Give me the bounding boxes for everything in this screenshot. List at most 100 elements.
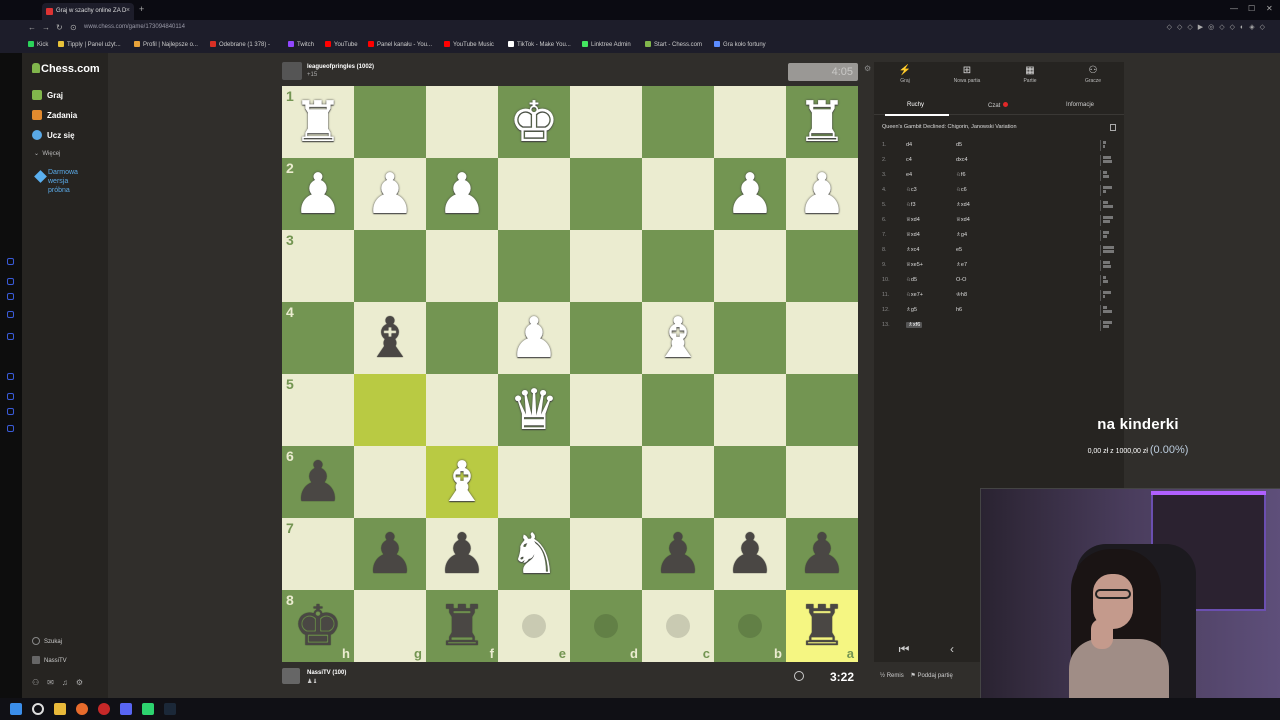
white-move[interactable]: d4 — [906, 142, 912, 148]
move-hint-dot[interactable] — [594, 614, 618, 638]
white-piece[interactable]: ♟ — [714, 158, 786, 230]
black-move[interactable]: e5 — [956, 247, 962, 253]
board-square[interactable] — [354, 230, 426, 302]
white-move[interactable]: ♕xe5+ — [906, 262, 923, 268]
board-square[interactable]: 2 ♟ — [282, 158, 354, 230]
maximize-icon[interactable]: ☐ — [1248, 4, 1255, 13]
white-move[interactable]: ♕xd4 — [906, 232, 920, 238]
white-piece[interactable]: ♟ — [282, 158, 354, 230]
board-square[interactable] — [498, 230, 570, 302]
app-icon[interactable] — [142, 703, 154, 715]
white-piece[interactable]: ♚ — [498, 86, 570, 158]
board-square[interactable] — [642, 86, 714, 158]
white-piece[interactable]: ♟ — [354, 158, 426, 230]
side-panel-icon[interactable] — [7, 373, 14, 380]
bookmark-item[interactable]: Twitch — [288, 41, 314, 48]
friends-icon[interactable]: ⚇ — [32, 678, 47, 687]
reload-icon[interactable]: ↻ — [56, 23, 63, 32]
board-square[interactable]: f ♜ — [426, 590, 498, 662]
side-panel-icon[interactable] — [7, 311, 14, 318]
black-move[interactable]: O-O — [956, 277, 966, 283]
board-square[interactable] — [786, 446, 858, 518]
extension-icons[interactable]: ◇◇◇▶◎◇◇◐◈◇ — [1167, 23, 1270, 31]
tab-play[interactable]: ⚡ Graj — [874, 65, 936, 84]
sidebar-item-puzzles[interactable]: Zadania — [32, 110, 77, 120]
board-square[interactable] — [570, 374, 642, 446]
black-move[interactable]: ♘c6 — [956, 187, 967, 193]
black-piece[interactable]: ♚ — [282, 590, 354, 662]
black-piece[interactable]: ♜ — [426, 590, 498, 662]
white-piece[interactable]: ♜ — [282, 86, 354, 158]
board-square[interactable] — [786, 302, 858, 374]
chess-logo[interactable]: Chess.com — [32, 63, 100, 75]
board-square[interactable] — [714, 230, 786, 302]
white-move[interactable]: ♕xd4 — [906, 217, 920, 223]
bookmark-item[interactable]: Odebrane (1 378) - — [210, 41, 270, 48]
board-square[interactable]: d — [570, 590, 642, 662]
top-player-name[interactable]: leagueofpringles (1002) — [307, 64, 374, 70]
white-move[interactable]: ♘d5 — [906, 277, 917, 283]
board-square[interactable]: 1 ♜ — [282, 86, 354, 158]
black-piece[interactable]: ♜ — [786, 590, 858, 662]
url-field[interactable]: www.chess.com/game/173094840114 — [84, 24, 185, 30]
back-icon[interactable]: ← — [28, 23, 36, 32]
subtab-chat[interactable]: Czat — [988, 102, 1009, 109]
discord-icon[interactable] — [120, 703, 132, 715]
board-square[interactable]: ♟ — [714, 158, 786, 230]
board-square[interactable]: c — [642, 590, 714, 662]
board-square[interactable] — [354, 374, 426, 446]
board-square[interactable] — [642, 158, 714, 230]
board-square[interactable]: ♟ — [354, 158, 426, 230]
board-square[interactable]: 5 — [282, 374, 354, 446]
new-tab-button[interactable]: + — [139, 4, 144, 14]
black-move[interactable]: ♗xd4 — [956, 202, 970, 208]
board-square[interactable] — [570, 446, 642, 518]
black-move[interactable]: ♔h8 — [956, 292, 967, 298]
black-piece[interactable]: ♟ — [354, 518, 426, 590]
white-piece[interactable]: ♝ — [642, 302, 714, 374]
board-square[interactable]: ♝ — [642, 302, 714, 374]
side-panel-icon[interactable] — [7, 408, 14, 415]
sidebar-item-learn[interactable]: Ucz się — [32, 130, 75, 140]
board-square[interactable]: ♝ — [426, 446, 498, 518]
tab-games[interactable]: ▦ Partie — [999, 65, 1061, 84]
board-square[interactable]: ♟ — [786, 158, 858, 230]
board-square[interactable] — [570, 518, 642, 590]
board-square[interactable]: ♜ — [786, 86, 858, 158]
board-square[interactable] — [714, 302, 786, 374]
white-move[interactable]: e4 — [906, 172, 912, 178]
previous-move-button[interactable]: ‹ — [932, 642, 972, 658]
board-square[interactable]: 6 ♟ — [282, 446, 354, 518]
black-move[interactable]: dxc4 — [956, 157, 968, 163]
board-square[interactable] — [426, 302, 498, 374]
board-square[interactable]: b — [714, 590, 786, 662]
side-panel-icon[interactable] — [7, 293, 14, 300]
board-square[interactable]: ♟ — [498, 302, 570, 374]
board-square[interactable]: ♟ — [354, 518, 426, 590]
minimize-icon[interactable]: — — [1230, 4, 1238, 13]
board-square[interactable]: ♛ — [498, 374, 570, 446]
opening-name[interactable]: Queen's Gambit Declined: Chigorin, Janow… — [882, 124, 1017, 130]
file-explorer-icon[interactable] — [54, 703, 66, 715]
board-square[interactable] — [642, 230, 714, 302]
side-panel-icon[interactable] — [7, 258, 14, 265]
board-square[interactable]: 3 — [282, 230, 354, 302]
black-move[interactable]: ♗g4 — [956, 232, 967, 238]
black-move[interactable]: h6 — [956, 307, 962, 313]
board-square[interactable]: e — [498, 590, 570, 662]
board-square[interactable] — [714, 446, 786, 518]
black-move[interactable]: d5 — [956, 142, 962, 148]
black-move[interactable]: ♗e7 — [956, 262, 967, 268]
board-square[interactable]: ♟ — [426, 518, 498, 590]
side-panel-icon[interactable] — [7, 278, 14, 285]
white-move[interactable]: ♘f3 — [906, 202, 916, 208]
board-square[interactable] — [498, 446, 570, 518]
black-piece[interactable]: ♟ — [426, 518, 498, 590]
windows-start-icon[interactable] — [10, 703, 22, 715]
black-piece[interactable]: ♟ — [642, 518, 714, 590]
board-square[interactable] — [354, 86, 426, 158]
board-square[interactable]: ♟ — [642, 518, 714, 590]
bookmark-item[interactable]: Kick — [28, 41, 48, 48]
firefox-icon[interactable] — [76, 703, 88, 715]
move-hint-dot[interactable] — [666, 614, 690, 638]
